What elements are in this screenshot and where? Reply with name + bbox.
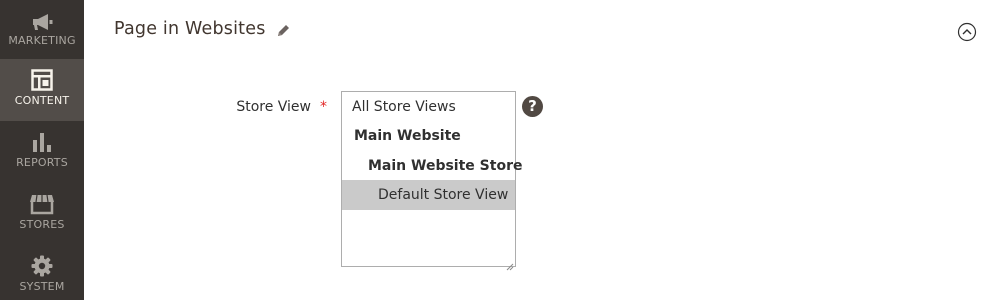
admin-sidebar: MARKETING CONTENT REPORTS STORES SYSTEM bbox=[0, 0, 84, 300]
sidebar-item-label: MARKETING bbox=[8, 34, 76, 47]
gear-icon bbox=[0, 254, 84, 278]
sidebar-item-label: CONTENT bbox=[14, 94, 70, 107]
sidebar-item-label: STORES bbox=[19, 218, 65, 231]
chevron-up-circle-icon[interactable] bbox=[957, 22, 977, 42]
store-view-label: Store View bbox=[236, 99, 311, 115]
bar-chart-icon bbox=[0, 130, 84, 154]
option-all-store-views[interactable]: All Store Views bbox=[342, 92, 515, 122]
sidebar-item-label: REPORTS bbox=[16, 156, 68, 169]
sidebar-item-marketing[interactable]: MARKETING bbox=[0, 0, 84, 59]
layout-icon bbox=[0, 68, 84, 92]
option-main-website[interactable]: Main Website bbox=[342, 121, 515, 151]
megaphone-icon bbox=[0, 10, 84, 34]
pencil-icon[interactable] bbox=[275, 23, 291, 39]
option-main-website-store[interactable]: Main Website Store bbox=[342, 151, 522, 181]
resize-handle-icon[interactable] bbox=[505, 256, 514, 271]
help-icon[interactable]: ? bbox=[522, 96, 543, 117]
store-view-multiselect[interactable]: All Store Views Main Website Main Websit… bbox=[341, 91, 522, 271]
option-default-store-view[interactable]: Default Store View bbox=[342, 180, 515, 210]
sidebar-item-reports[interactable]: REPORTS bbox=[0, 121, 84, 183]
sidebar-item-stores[interactable]: STORES bbox=[0, 183, 84, 245]
required-marker: * bbox=[320, 99, 327, 115]
sidebar-item-content[interactable]: CONTENT bbox=[0, 59, 84, 121]
sidebar-item-label: SYSTEM bbox=[19, 280, 65, 293]
storefront-icon bbox=[0, 192, 84, 216]
section-title[interactable]: Page in Websites bbox=[114, 19, 266, 39]
sidebar-item-system[interactable]: SYSTEM bbox=[0, 245, 84, 300]
